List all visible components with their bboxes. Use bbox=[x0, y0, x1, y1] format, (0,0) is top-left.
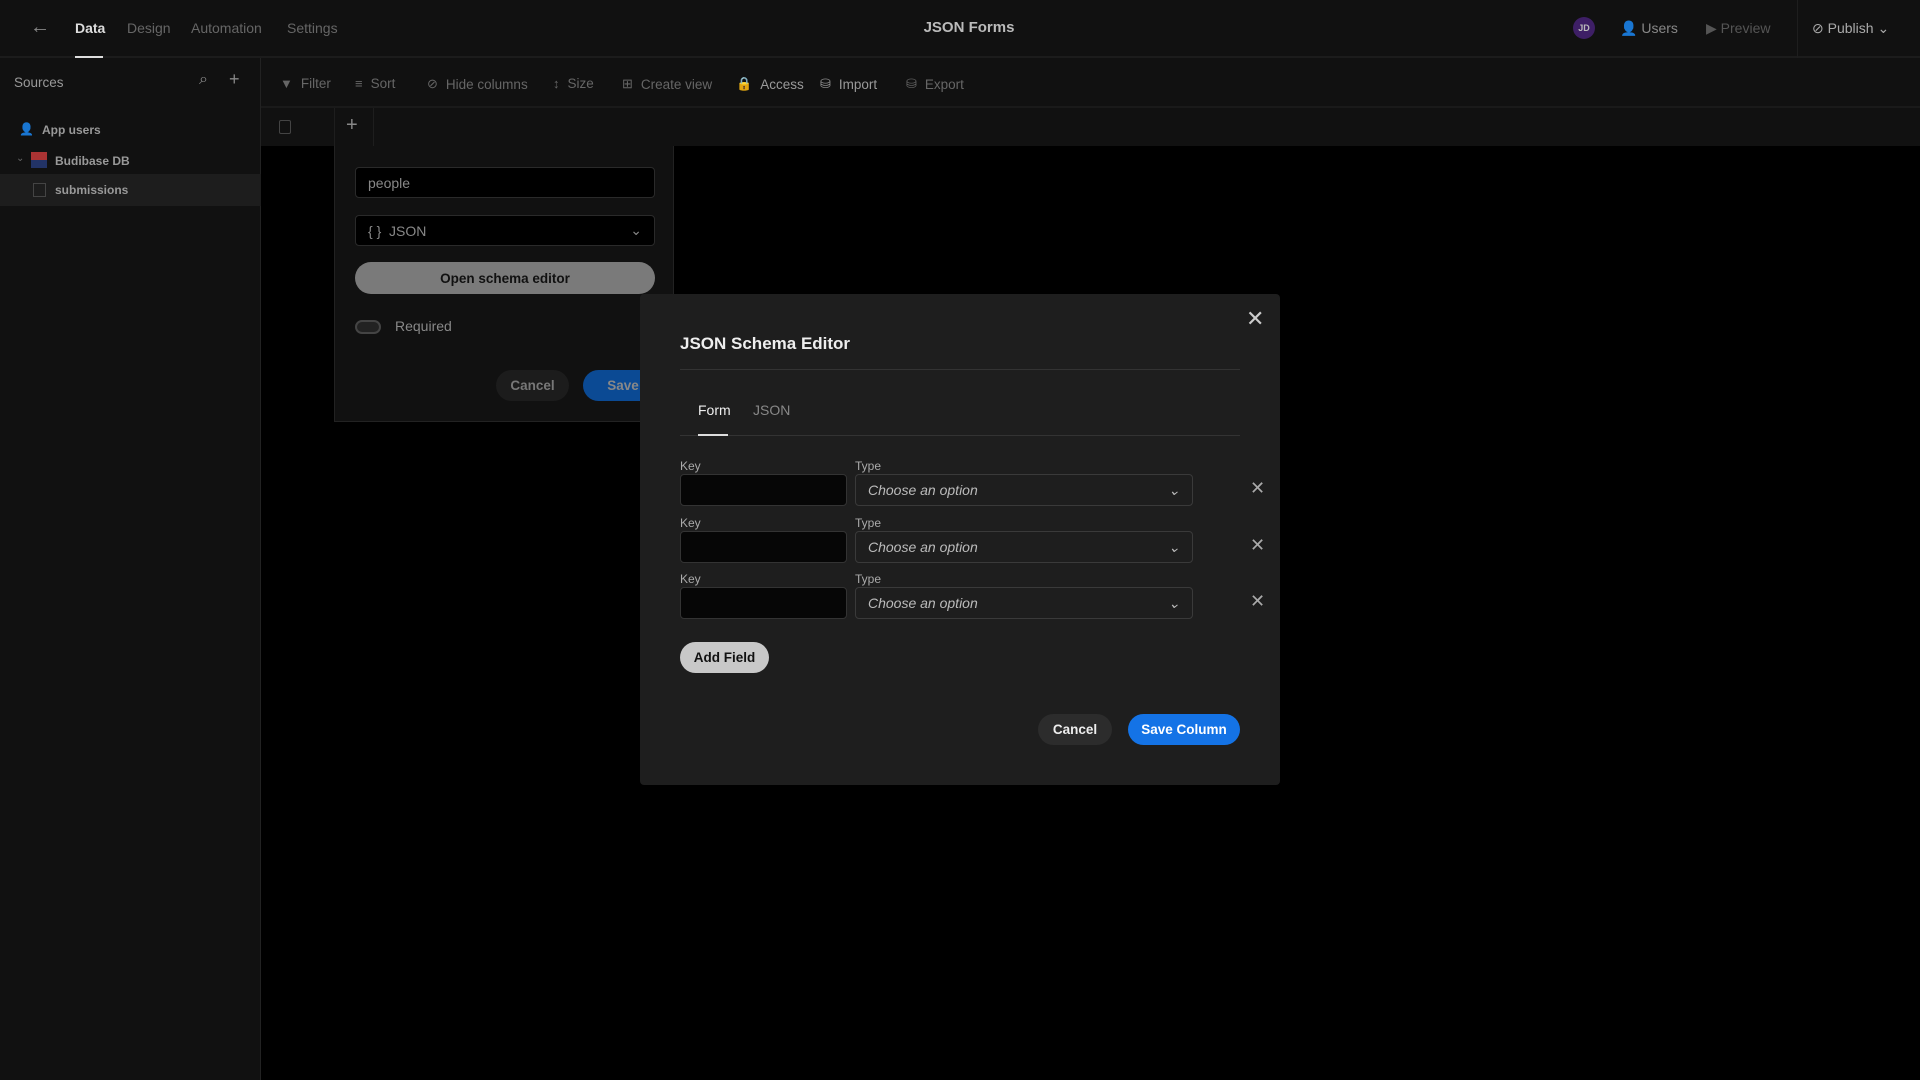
user-icon: 👤 bbox=[19, 122, 34, 136]
chevron-down-icon: ⌄ bbox=[1168, 538, 1180, 555]
type-label: Type bbox=[855, 459, 882, 473]
grid-header: + bbox=[261, 108, 1920, 146]
avatar[interactable]: JD bbox=[1573, 17, 1595, 39]
select-all-checkbox[interactable] bbox=[279, 120, 291, 134]
column-divider bbox=[373, 108, 374, 146]
save-column-button[interactable]: Save Column bbox=[1128, 714, 1240, 745]
chevron-down-icon: ⌄ bbox=[630, 222, 642, 238]
play-icon: ▶ bbox=[1706, 20, 1717, 36]
type-select[interactable]: Choose an option ⌄ bbox=[855, 474, 1193, 506]
key-input[interactable] bbox=[680, 587, 847, 619]
import-button[interactable]: ⛁ Import bbox=[820, 76, 877, 92]
users-button[interactable]: 👤 Users bbox=[1620, 20, 1678, 37]
publish-icon: ⊘ bbox=[1812, 20, 1824, 36]
top-bar: ← Data Design Automation Settings JSON F… bbox=[0, 0, 1920, 58]
add-field-button[interactable]: Add Field bbox=[680, 642, 769, 673]
import-icon: ⛁ bbox=[820, 76, 831, 91]
chevron-down-icon: ⌄ bbox=[16, 153, 25, 164]
create-view-label: Create view bbox=[640, 76, 713, 92]
table-icon bbox=[33, 183, 46, 197]
access-button[interactable]: 🔒 Access bbox=[736, 76, 804, 92]
column-name-input[interactable]: people bbox=[355, 167, 655, 198]
tabs-divider bbox=[680, 435, 1240, 436]
sidebar-item-budibase-db[interactable]: ⌄ Budibase DB bbox=[0, 147, 261, 175]
sidebar: Sources ⌕ + 👤 App users ⌄ Budibase DB su… bbox=[0, 58, 261, 1080]
chevron-down-icon: ⌄ bbox=[1877, 20, 1890, 36]
column-type-select[interactable]: { } JSON ⌄ bbox=[355, 215, 655, 246]
preview-label: Preview bbox=[1720, 20, 1771, 36]
sidebar-item-label: App users bbox=[42, 123, 101, 137]
tab-json[interactable]: JSON bbox=[753, 402, 790, 418]
sidebar-item-label: submissions bbox=[55, 183, 129, 197]
sort-icon: ≡ bbox=[355, 76, 363, 91]
json-schema-editor-modal: ✕ JSON Schema Editor Form JSON Key Type … bbox=[640, 294, 1280, 785]
required-toggle[interactable] bbox=[355, 320, 381, 334]
divider bbox=[680, 369, 1240, 370]
users-label: Users bbox=[1641, 20, 1678, 36]
sort-button[interactable]: ≡ Sort bbox=[355, 76, 395, 91]
type-label: Type bbox=[855, 516, 882, 530]
column-divider bbox=[334, 108, 335, 146]
key-label: Key bbox=[680, 572, 701, 586]
active-tab-indicator bbox=[698, 434, 728, 436]
size-label: Size bbox=[567, 76, 594, 91]
export-label: Export bbox=[924, 76, 964, 92]
braces-icon: { } bbox=[368, 222, 382, 239]
required-label: Required bbox=[395, 318, 452, 334]
type-placeholder: Choose an option bbox=[868, 482, 978, 498]
preview-button[interactable]: ▶ Preview bbox=[1706, 20, 1770, 37]
key-input[interactable] bbox=[680, 531, 847, 563]
sidebar-item-submissions[interactable]: submissions bbox=[0, 174, 261, 206]
tab-form[interactable]: Form bbox=[698, 402, 731, 418]
sidebar-item-app-users[interactable]: 👤 App users bbox=[0, 116, 261, 144]
key-label: Key bbox=[680, 516, 701, 530]
remove-field-icon[interactable]: ✕ bbox=[1250, 535, 1265, 556]
key-input[interactable] bbox=[680, 474, 847, 506]
type-placeholder: Choose an option bbox=[868, 539, 978, 555]
eye-off-icon: ⊘ bbox=[427, 76, 438, 91]
cancel-button[interactable]: Cancel bbox=[496, 370, 569, 401]
filter-button[interactable]: ▼ Filter bbox=[280, 76, 331, 91]
user-icon: 👤 bbox=[1620, 20, 1638, 36]
sources-title: Sources bbox=[14, 75, 64, 90]
create-view-button[interactable]: ⊞ Create view bbox=[622, 76, 712, 92]
create-view-icon: ⊞ bbox=[622, 76, 633, 91]
size-button[interactable]: ↕ Size bbox=[553, 76, 594, 91]
cancel-button[interactable]: Cancel bbox=[1038, 714, 1112, 745]
remove-field-icon[interactable]: ✕ bbox=[1250, 478, 1265, 499]
export-icon: ⛁ bbox=[906, 76, 917, 91]
add-source-icon[interactable]: + bbox=[229, 69, 240, 90]
close-icon[interactable]: ✕ bbox=[1246, 306, 1264, 332]
export-button[interactable]: ⛁ Export bbox=[906, 76, 964, 92]
sidebar-item-label: Budibase DB bbox=[55, 154, 130, 168]
type-select[interactable]: Choose an option ⌄ bbox=[855, 531, 1193, 563]
import-label: Import bbox=[838, 76, 878, 92]
publish-button[interactable]: ⊘ Publish ⌄ bbox=[1812, 20, 1889, 37]
type-value: JSON bbox=[389, 222, 427, 239]
filter-label: Filter bbox=[300, 76, 331, 91]
size-icon: ↕ bbox=[553, 76, 560, 91]
publish-label: Publish bbox=[1827, 20, 1874, 36]
lock-icon: 🔒 bbox=[736, 76, 753, 91]
hide-columns-label: Hide columns bbox=[445, 76, 528, 92]
hide-columns-button[interactable]: ⊘ Hide columns bbox=[427, 76, 528, 92]
access-label: Access bbox=[760, 76, 804, 92]
open-schema-editor-button[interactable]: Open schema editor bbox=[355, 262, 655, 294]
chevron-down-icon: ⌄ bbox=[1168, 481, 1180, 498]
search-icon[interactable]: ⌕ bbox=[199, 71, 208, 89]
divider bbox=[1797, 0, 1798, 58]
column-edit-popover: people { } JSON ⌄ Open schema editor Req… bbox=[334, 146, 674, 422]
sort-label: Sort bbox=[370, 76, 396, 91]
modal-title: JSON Schema Editor bbox=[680, 334, 851, 353]
type-select[interactable]: Choose an option ⌄ bbox=[855, 587, 1193, 619]
type-placeholder: Choose an option bbox=[868, 595, 978, 611]
type-label: Type bbox=[855, 572, 882, 586]
database-icon bbox=[31, 152, 47, 168]
remove-field-icon[interactable]: ✕ bbox=[1250, 591, 1265, 612]
key-label: Key bbox=[680, 459, 701, 473]
filter-icon: ▼ bbox=[280, 76, 293, 91]
add-column-icon[interactable]: + bbox=[346, 114, 358, 137]
chevron-down-icon: ⌄ bbox=[1168, 594, 1180, 611]
